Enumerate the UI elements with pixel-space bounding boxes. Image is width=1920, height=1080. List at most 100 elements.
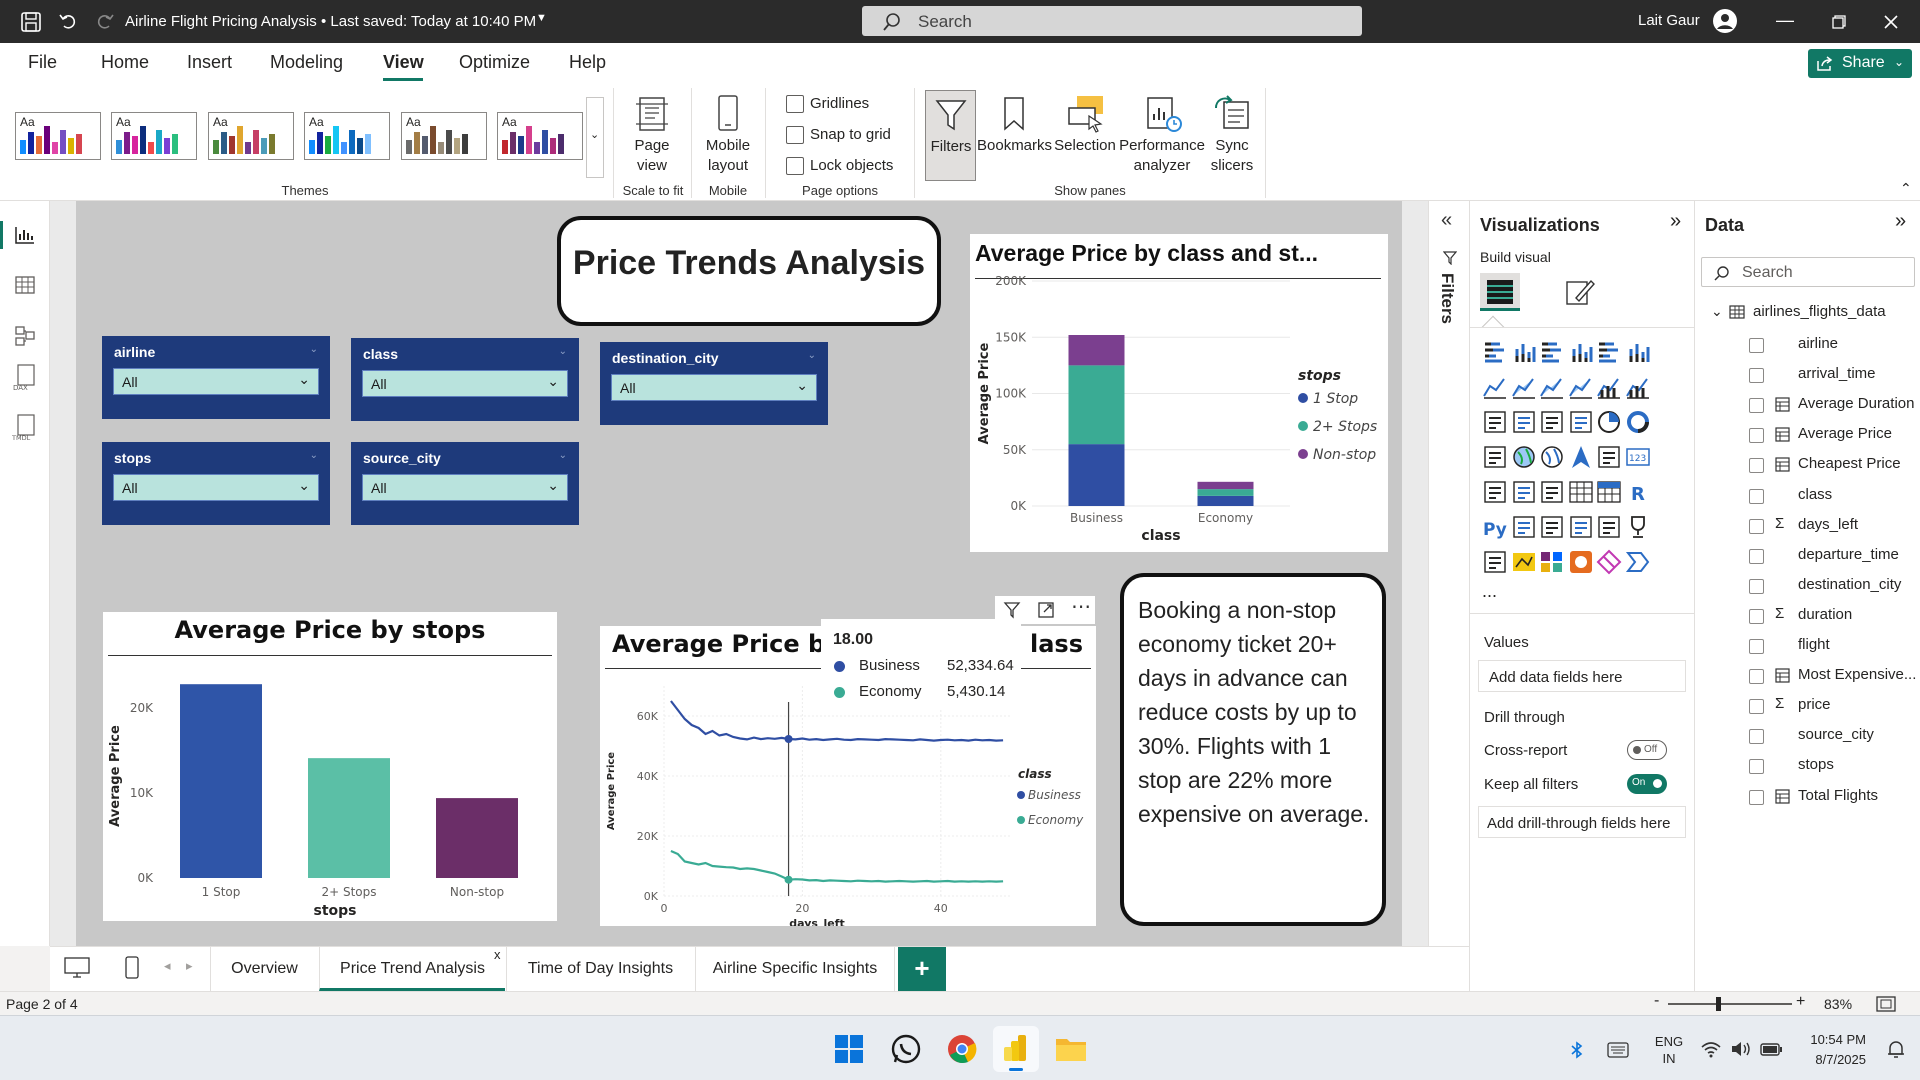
collapse-pane-icon[interactable]: » <box>1895 210 1906 233</box>
field-item[interactable]: Average Duration <box>1798 395 1914 412</box>
bar[interactable] <box>308 758 390 878</box>
desktop-layout-icon[interactable] <box>64 957 90 979</box>
matrix-icon[interactable] <box>1596 479 1622 505</box>
python-visual-icon[interactable]: Py <box>1482 514 1508 540</box>
line-clustered-column-icon[interactable] <box>1625 374 1651 400</box>
field-checkbox[interactable] <box>1749 488 1764 504</box>
bar-segment[interactable] <box>1197 481 1254 490</box>
azure-map-icon[interactable] <box>1568 444 1594 470</box>
clustered-bar-icon[interactable] <box>1539 339 1565 365</box>
bar-segment[interactable] <box>1068 444 1125 506</box>
paginated-report-icon[interactable] <box>1482 549 1508 575</box>
field-item[interactable]: duration <box>1798 606 1852 623</box>
key-influencers-icon[interactable] <box>1511 514 1537 540</box>
kpi-icon[interactable] <box>1511 479 1537 505</box>
bar-segment[interactable] <box>1197 489 1254 496</box>
volume-icon[interactable] <box>1730 1040 1752 1058</box>
build-visual-tab[interactable] <box>1480 273 1520 311</box>
page-tab-airline-specific-insights[interactable]: Airline Specific Insights <box>695 947 895 991</box>
notification-bell-icon[interactable] <box>1886 1039 1906 1059</box>
field-checkbox[interactable] <box>1749 729 1764 745</box>
bar-segment[interactable] <box>1197 495 1254 506</box>
field-checkbox[interactable] <box>1749 458 1764 474</box>
bar[interactable] <box>180 684 262 878</box>
collapse-pane-icon[interactable]: » <box>1670 210 1681 233</box>
wifi-icon[interactable] <box>1700 1040 1722 1058</box>
theme-swatch-3[interactable]: Aa <box>208 112 294 160</box>
field-checkbox[interactable] <box>1749 518 1764 534</box>
tab-file[interactable]: File <box>28 52 57 73</box>
gauge-icon[interactable] <box>1596 444 1622 470</box>
field-item[interactable]: departure_time <box>1798 546 1899 563</box>
tab-optimize[interactable]: Optimize <box>459 52 530 73</box>
field-item[interactable]: stops <box>1798 756 1834 773</box>
power-apps-icon[interactable] <box>1511 549 1537 575</box>
treemap-icon[interactable] <box>1482 444 1508 470</box>
selection-pane-button[interactable]: Selection <box>1053 90 1117 181</box>
pie-chart-icon[interactable] <box>1596 409 1622 435</box>
qa-icon[interactable] <box>1568 514 1594 540</box>
language-indicator[interactable]: ENG <box>1652 1034 1686 1049</box>
stacked-area-icon[interactable] <box>1539 374 1565 400</box>
minimize-icon[interactable]: — <box>1776 10 1794 31</box>
clustered-column-icon[interactable] <box>1568 339 1594 365</box>
line-stacked-column-icon[interactable] <box>1596 374 1622 400</box>
bookmarks-pane-button[interactable]: Bookmarks <box>977 90 1052 181</box>
fit-to-page-icon[interactable] <box>1876 996 1896 1012</box>
table-icon[interactable] <box>1568 479 1594 505</box>
close-tab-icon[interactable]: x <box>494 947 501 962</box>
field-item[interactable]: source_city <box>1798 726 1874 743</box>
slicer-dropdown[interactable]: All ⌄ <box>362 474 568 501</box>
format-visual-icon[interactable] <box>1564 276 1596 308</box>
diamond-icon[interactable] <box>1596 549 1622 575</box>
filter-icon[interactable] <box>1003 601 1021 619</box>
avatar-icon[interactable] <box>1712 8 1738 34</box>
power-automate-icon[interactable] <box>1539 549 1565 575</box>
map-icon[interactable] <box>1511 444 1537 470</box>
ribbon-chart-icon[interactable] <box>1482 409 1508 435</box>
field-item[interactable]: price <box>1798 696 1831 713</box>
tab-home[interactable]: Home <box>101 52 149 73</box>
field-item[interactable]: class <box>1798 486 1832 503</box>
region-indicator[interactable]: IN <box>1652 1051 1686 1066</box>
field-item[interactable]: days_left <box>1798 516 1858 533</box>
filters-pane-collapsed[interactable]: « Filters <box>1428 201 1469 946</box>
tab-insert[interactable]: Insert <box>187 52 232 73</box>
100-stacked-bar-icon[interactable] <box>1596 339 1622 365</box>
theme-swatch-6[interactable]: Aa <box>497 112 583 160</box>
page-view-button[interactable]: Page view <box>622 92 682 180</box>
restore-icon[interactable] <box>1832 15 1846 29</box>
page-tab-price-trend-analysis[interactable]: Price Trend Analysis <box>319 947 505 991</box>
r-visual-icon[interactable]: R <box>1625 479 1651 505</box>
insight-text-box[interactable]: Booking a non-stop economy ticket 20+ da… <box>1120 573 1386 926</box>
tab-help[interactable]: Help <box>569 52 606 73</box>
zoom-slider-thumb[interactable] <box>1716 997 1721 1011</box>
stacked-column-icon[interactable] <box>1511 339 1537 365</box>
keyboard-icon[interactable] <box>1607 1042 1629 1058</box>
bluetooth-icon[interactable] <box>1570 1041 1584 1059</box>
theme-swatch-4[interactable]: Aa <box>304 112 390 160</box>
undo-icon[interactable] <box>58 11 78 31</box>
scatter-icon[interactable] <box>1568 409 1594 435</box>
field-checkbox[interactable] <box>1749 669 1764 685</box>
hover-point[interactable] <box>784 875 793 884</box>
share-button[interactable]: Share ⌄ <box>1808 49 1912 78</box>
title-chevron-down-icon[interactable]: ▼ <box>536 12 547 24</box>
add-page-button[interactable]: + <box>898 947 946 991</box>
bar-segment[interactable] <box>1068 365 1125 445</box>
slicer-stops[interactable]: stops ⌄ All ⌄ <box>102 442 330 525</box>
tab-modeling[interactable]: Modeling <box>270 52 343 73</box>
clock-date[interactable]: 8/7/2025 <box>1802 1052 1866 1067</box>
collapse-ribbon-icon[interactable]: ⌃ <box>1900 180 1912 197</box>
decomposition-tree-icon[interactable] <box>1539 514 1565 540</box>
series-line[interactable] <box>670 849 1004 883</box>
slicer-dropdown[interactable]: All ⌄ <box>113 474 319 501</box>
field-item[interactable]: Total Flights <box>1798 787 1878 804</box>
battery-icon[interactable] <box>1760 1040 1784 1058</box>
themes-expand-button[interactable]: ⌄ <box>586 97 604 178</box>
filled-map-icon[interactable] <box>1539 444 1565 470</box>
field-checkbox[interactable] <box>1749 699 1764 715</box>
sync-slicers-button[interactable]: Sync slicers <box>1206 90 1258 181</box>
field-checkbox[interactable] <box>1749 608 1764 624</box>
funnel-icon[interactable] <box>1539 409 1565 435</box>
